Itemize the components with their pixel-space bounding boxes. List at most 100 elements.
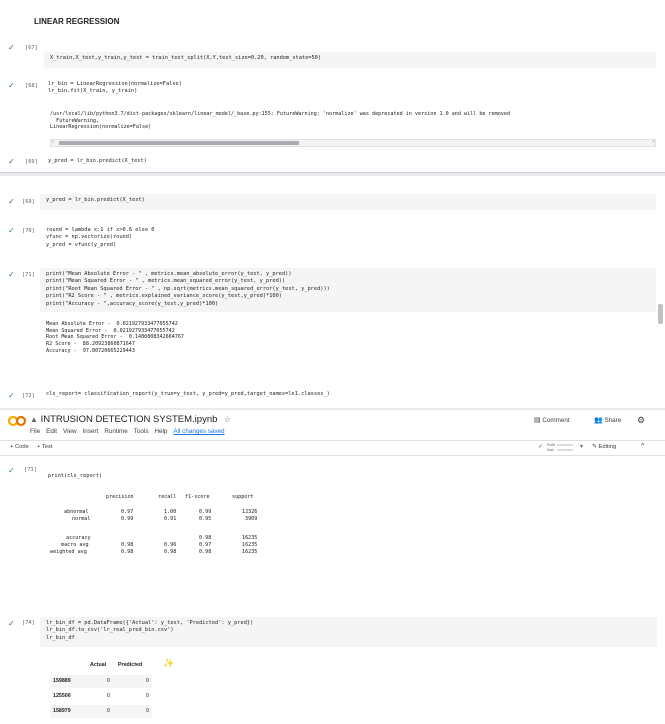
table-row: 125506 0 0 — [50, 690, 152, 703]
run-status-check-icon[interactable]: ✓ — [8, 82, 16, 90]
star-icon[interactable]: ☆ — [224, 415, 231, 424]
report-col-header: f1-score — [185, 494, 210, 500]
add-text-button[interactable]: + Text — [37, 444, 53, 450]
report-row-label: abnormal — [64, 509, 89, 515]
pencil-icon: ✎ — [592, 444, 597, 450]
disk-bar — [557, 449, 573, 451]
code-line: print("Mean Absolute Error - " , metrics… — [46, 271, 292, 277]
code-line: y_pred = lr_bin.predict(X_test) — [46, 197, 145, 203]
code-line: print(cls_report) — [48, 473, 103, 479]
code-cell-67[interactable]: X_train,X_test,y_train,y_test = train_te… — [44, 52, 656, 68]
editing-mode-button[interactable]: ✎ Editing — [592, 444, 616, 450]
code-line: print("R2 Score - " , metrics.explained_… — [46, 293, 282, 300]
menu-item-tools[interactable]: Tools — [134, 428, 149, 435]
report-cell: 0.97 — [121, 509, 134, 515]
code-cell-74[interactable]: lr_bin_df = pd.DataFrame({'Actual': y_te… — [40, 617, 657, 647]
report-cell: 0.98 — [164, 549, 177, 555]
run-status-check-icon[interactable]: ✓ — [8, 392, 16, 400]
report-row-label: macro avg — [61, 542, 89, 548]
code-line: lr_bin.fit(X_train, y_train) — [48, 88, 138, 95]
report-col-header: recall — [158, 494, 177, 500]
table-row: 158979 0 0 — [50, 705, 152, 718]
run-status-check-icon[interactable]: ✓ — [8, 198, 16, 206]
share-button[interactable]: 👥 Share — [594, 416, 621, 424]
menu-item-help[interactable]: Help — [154, 428, 167, 435]
magic-wand-icon[interactable]: ✨ — [163, 658, 174, 669]
code-cell-72[interactable]: cls_report= classification_report(y_true… — [40, 388, 656, 404]
report-cell: 0.98 — [199, 549, 212, 555]
code-line: print("Root Mean Squared Error - " , np.… — [46, 285, 330, 292]
menu-item-file[interactable]: File — [30, 428, 40, 435]
report-cell: 16235 — [242, 542, 258, 548]
scroll-left-icon[interactable]: ‹ — [52, 139, 54, 145]
output-line: R2 Score - 88.20923860871647 — [46, 341, 135, 348]
report-cell: 0.97 — [199, 542, 212, 548]
comment-button[interactable]: ▤ Comment — [534, 416, 570, 424]
vertical-scrollbar[interactable] — [658, 304, 663, 324]
toolbar: + Code + Text ✓ RAM Disk ▾ ✎ Editing ^ — [0, 440, 665, 456]
df-cell: 0 — [146, 693, 149, 699]
scrollbar-thumb[interactable] — [59, 141, 299, 145]
report-col-header: precision — [106, 494, 134, 500]
menu-bar: File Edit View Insert Runtime Tools Help All ch… — [30, 428, 231, 435]
run-status-check-icon[interactable]: ✓ — [8, 620, 16, 628]
scroll-right-icon[interactable]: › — [652, 139, 654, 145]
changes-saved-link[interactable]: All changes saved — [173, 428, 224, 435]
run-status-check-icon[interactable]: ✓ — [8, 271, 16, 279]
cell-prompt: [70] — [22, 228, 35, 234]
report-cell: 0.99 — [199, 509, 212, 515]
add-code-button[interactable]: + Code — [10, 444, 29, 450]
menu-item-view[interactable]: View — [63, 428, 77, 435]
report-cell: 0.95 — [199, 516, 212, 522]
code-line: lr_bin_df.to_csv('lr_real_pred_bin.csv') — [46, 627, 174, 634]
chevron-up-icon[interactable]: ^ — [641, 443, 644, 450]
run-status-check-icon[interactable]: ✓ — [8, 44, 16, 52]
drive-icon: ▲ — [30, 415, 38, 424]
df-cell: 0 — [107, 708, 110, 714]
dataframe-output: Actual Predicted ✨ 159889 0 0 125506 0 0… — [50, 658, 180, 724]
cell-prompt: [69] — [25, 159, 38, 165]
code-line: y_pred = lr_bin.predict(X_test) — [48, 158, 147, 164]
output-line: Root Mean Squared Error - 0.148080834266… — [46, 334, 185, 341]
settings-gear-icon[interactable]: ⚙ — [637, 415, 645, 426]
notebook-title[interactable]: ▲ INTRUSION DETECTION SYSTEM.ipynb ☆ — [30, 414, 231, 425]
output-line: Mean Absolute Error - 0.0219279334770557… — [46, 321, 178, 327]
code-cell-71[interactable]: print("Mean Absolute Error - " , metrics… — [40, 268, 656, 312]
notebook-panel-2: ✓ [69] y_pred = lr_bin.predict(X_test) ✓… — [0, 176, 665, 409]
run-status-check-icon[interactable]: ✓ — [8, 158, 16, 166]
code-line: print("Accuracy - ",accuracy_score(y_tes… — [46, 300, 219, 307]
df-cell: 0 — [107, 693, 110, 699]
notebook-title-text[interactable]: INTRUSION DETECTION SYSTEM.ipynb — [41, 414, 218, 425]
cell-prompt: [68] — [25, 83, 38, 89]
share-label: Share — [604, 417, 622, 424]
df-col-header: Predicted — [118, 662, 143, 668]
colab-logo-icon[interactable] — [8, 415, 26, 427]
cell-prompt: [72] — [22, 393, 35, 399]
report-cell: 16235 — [242, 535, 258, 541]
menu-item-insert[interactable]: Insert — [83, 428, 99, 435]
code-cell-69[interactable]: y_pred = lr_bin.predict(X_test) — [40, 194, 656, 210]
df-cell: 0 — [146, 678, 149, 684]
report-cell: 0.98 — [199, 535, 212, 541]
menu-item-runtime[interactable]: Runtime — [104, 428, 127, 435]
menu-item-edit[interactable]: Edit — [46, 428, 57, 435]
run-status-check-icon[interactable]: ✓ — [8, 227, 16, 235]
ram-label: RAM — [547, 443, 555, 447]
horizontal-scrollbar[interactable]: ‹ › — [50, 139, 656, 147]
code-line: lr_bin_df = pd.DataFrame({'Actual': y_te… — [46, 620, 254, 626]
comment-icon: ▤ — [534, 417, 541, 424]
connected-check-icon: ✓ — [538, 444, 544, 450]
df-col-header: Actual — [90, 662, 107, 668]
code-cell-70[interactable]: round = lambda x:1 if x>0.6 else 0 vfunc… — [40, 224, 656, 254]
code-cell-69[interactable]: y_pred = lr_bin.predict(X_test) — [42, 156, 656, 170]
report-cell: 0.96 — [164, 542, 177, 548]
resources-indicator[interactable]: ✓ RAM Disk ▾ — [538, 443, 588, 453]
run-status-check-icon[interactable]: ✓ — [8, 467, 16, 475]
code-line: X_train,X_test,y_train,y_test = train_te… — [50, 55, 322, 61]
code-cell-68[interactable]: lr_bin = LinearRegression(normalize=Fals… — [42, 80, 656, 102]
cell-output-68: /usr/local/lib/python3.7/dist-packages/s… — [50, 111, 655, 131]
code-line: vfunc = np.vectorize(round) — [46, 234, 133, 241]
output-line: Mean Squared Error - 0.02192793347705574… — [46, 327, 175, 334]
chevron-down-icon[interactable]: ▾ — [580, 443, 583, 450]
code-cell-73[interactable]: print(cls_report) — [42, 473, 242, 485]
